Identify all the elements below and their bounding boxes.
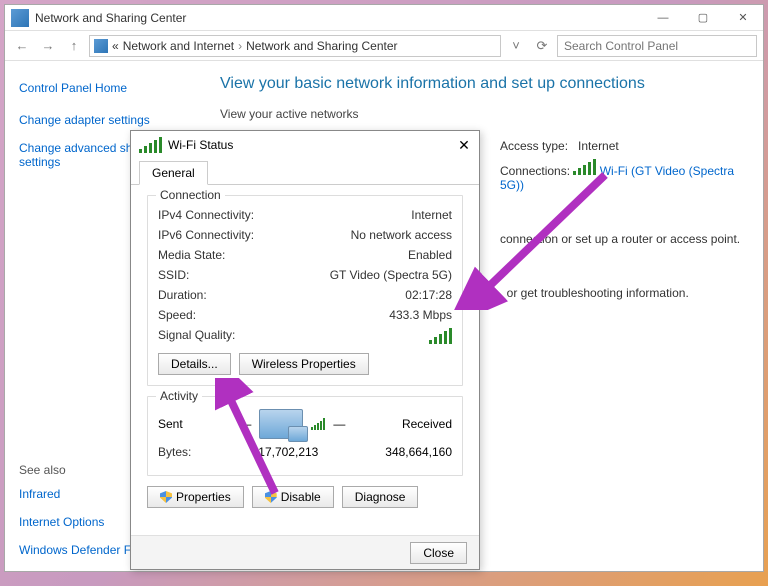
connection-legend: Connection	[156, 188, 225, 202]
text-fragment-1: connection or set up a router or access …	[500, 232, 743, 246]
activity-legend: Activity	[156, 389, 202, 403]
activity-group: Activity Sent — — Received Bytes: 17,702…	[147, 396, 463, 476]
wifi-status-dialog: Wi-Fi Status ✕ General Connection IPv4 C…	[130, 130, 480, 570]
ipv6-label: IPv6 Connectivity:	[158, 228, 254, 242]
ipv6-value: No network access	[351, 228, 452, 242]
dialog-footer: Close	[131, 535, 479, 569]
shield-icon	[160, 491, 172, 503]
speed-label: Speed:	[158, 308, 196, 322]
window-icon	[11, 9, 29, 27]
signal-label: Signal Quality:	[158, 328, 235, 347]
text-fragment-2: , or get troubleshooting information.	[500, 286, 743, 300]
titlebar: Network and Sharing Center — ▢ ✕	[5, 5, 763, 31]
dialog-close-button[interactable]: ✕	[449, 131, 479, 159]
change-adapter-link[interactable]: Change adapter settings	[19, 113, 186, 127]
ssid-label: SSID:	[158, 268, 189, 282]
maximize-button[interactable]: ▢	[683, 5, 723, 31]
connections-label: Connections:	[500, 164, 570, 178]
computers-icon	[259, 409, 303, 439]
up-button[interactable]: ↑	[63, 35, 85, 57]
activity-bars-icon	[311, 418, 325, 430]
dropdown-icon[interactable]: ˅	[505, 35, 527, 57]
access-type-value: Internet	[578, 139, 619, 153]
search-input[interactable]	[557, 35, 757, 57]
media-label: Media State:	[158, 248, 225, 262]
duration-label: Duration:	[158, 288, 207, 302]
address-icon	[94, 39, 108, 53]
speed-value: 433.3 Mbps	[389, 308, 452, 322]
bytes-label: Bytes:	[158, 445, 191, 459]
tabstrip: General	[131, 159, 479, 185]
disable-button[interactable]: Disable	[252, 486, 334, 508]
toolbar: ← → ↑ « Network and Internet › Network a…	[5, 31, 763, 61]
wifi-icon	[573, 159, 596, 175]
wireless-properties-button[interactable]: Wireless Properties	[239, 353, 369, 375]
minimize-button[interactable]: —	[643, 5, 683, 31]
back-button[interactable]: ←	[11, 35, 33, 57]
ipv4-label: IPv4 Connectivity:	[158, 208, 254, 222]
connection-group: Connection IPv4 Connectivity:Internet IP…	[147, 195, 463, 386]
subheading: View your active networks	[220, 107, 743, 121]
diagnose-button[interactable]: Diagnose	[342, 486, 419, 508]
close-button[interactable]: ✕	[723, 5, 763, 31]
shield-icon	[265, 491, 277, 503]
window-title: Network and Sharing Center	[35, 11, 643, 25]
signal-bars-icon	[429, 328, 452, 344]
breadcrumb-1[interactable]: Network and Internet	[123, 39, 234, 53]
ssid-value: GT Video (Spectra 5G)	[330, 268, 452, 282]
access-type-label: Access type:	[500, 139, 568, 153]
breadcrumb-2[interactable]: Network and Sharing Center	[246, 39, 397, 53]
received-label: Received	[402, 417, 452, 431]
forward-button[interactable]: →	[37, 35, 59, 57]
bytes-sent-value: 17,702,213	[258, 445, 318, 459]
sent-label: Sent	[158, 417, 183, 431]
media-value: Enabled	[408, 248, 452, 262]
close-dialog-button[interactable]: Close	[410, 542, 467, 564]
tab-general[interactable]: General	[139, 161, 208, 185]
duration-value: 02:17:28	[405, 288, 452, 302]
dialog-titlebar: Wi-Fi Status ✕	[131, 131, 479, 159]
details-button[interactable]: Details...	[158, 353, 231, 375]
ipv4-value: Internet	[411, 208, 452, 222]
properties-button[interactable]: Properties	[147, 486, 244, 508]
dialog-title: Wi-Fi Status	[168, 138, 449, 152]
dialog-wifi-icon	[139, 137, 162, 153]
refresh-button[interactable]: ⟳	[531, 35, 553, 57]
dialog-body: Connection IPv4 Connectivity: Internet IP…	[131, 185, 479, 518]
page-heading: View your basic network information and …	[220, 75, 743, 93]
bytes-recv-value: 348,664,160	[385, 445, 452, 459]
control-panel-home-link[interactable]: Control Panel Home	[19, 81, 186, 95]
address-bar[interactable]: « Network and Internet › Network and Sha…	[89, 35, 501, 57]
